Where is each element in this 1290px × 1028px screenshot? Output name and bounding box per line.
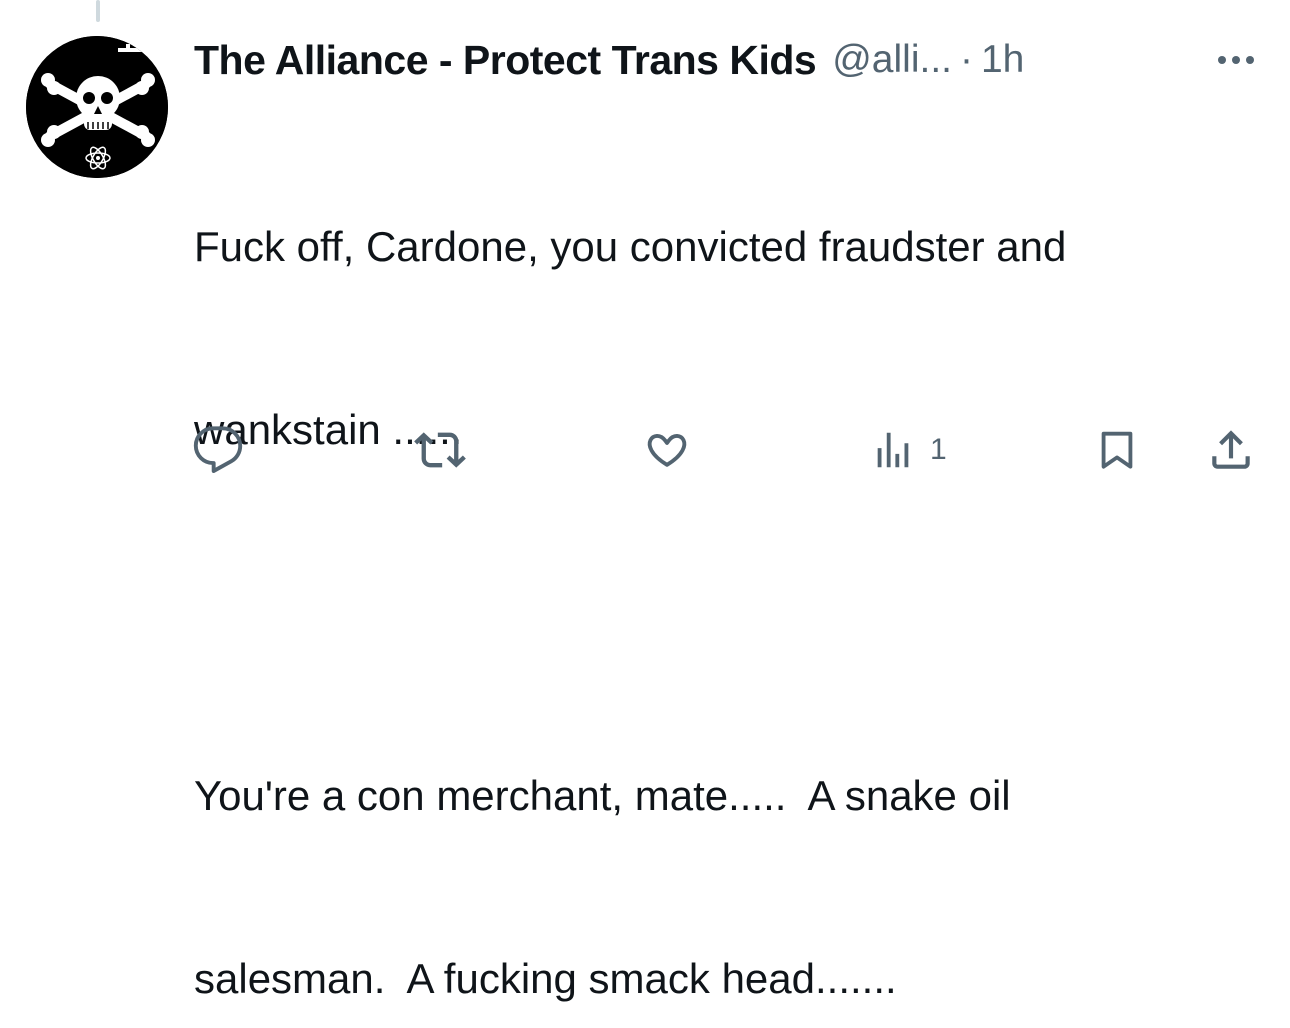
bookmark-button[interactable]: [1094, 420, 1140, 480]
like-button[interactable]: [640, 420, 694, 480]
more-horizontal-icon[interactable]: [1214, 46, 1258, 74]
retweet-button[interactable]: [410, 420, 470, 480]
tweet-actions-bar: 1: [0, 420, 1290, 480]
share-button[interactable]: [1206, 420, 1256, 480]
thread-line: [96, 0, 100, 22]
jolly-roger-avatar-image: [26, 36, 168, 178]
views-button[interactable]: 1: [870, 420, 947, 480]
display-name[interactable]: The Alliance - Protect Trans Kids: [194, 37, 817, 84]
retweet-icon: [414, 432, 466, 468]
avatar[interactable]: [26, 36, 168, 178]
bookmark-icon: [1101, 431, 1133, 469]
tweet-text-line: Fuck off, Cardone, you convicted fraudst…: [194, 223, 1067, 270]
reply-icon: [193, 426, 243, 473]
views-count: 1: [930, 433, 947, 466]
views-chart-icon: [877, 432, 909, 468]
share-icon: [1212, 430, 1250, 469]
tweet-text-line: You're a con merchant, mate..... A snake…: [194, 772, 1011, 819]
separator-dot: ·: [959, 38, 973, 81]
heart-icon: [647, 433, 687, 467]
tweet-text: Fuck off, Cardone, you convicted fraudst…: [194, 94, 1254, 1028]
timestamp[interactable]: 1h: [981, 38, 1024, 82]
reply-button[interactable]: [192, 420, 244, 480]
user-handle[interactable]: @alli...: [832, 38, 952, 82]
tweet-text-line: salesman. A fucking smack head.......: [194, 955, 897, 1002]
tweet-header: The Alliance - Protect Trans Kids @alli.…: [194, 32, 1024, 88]
